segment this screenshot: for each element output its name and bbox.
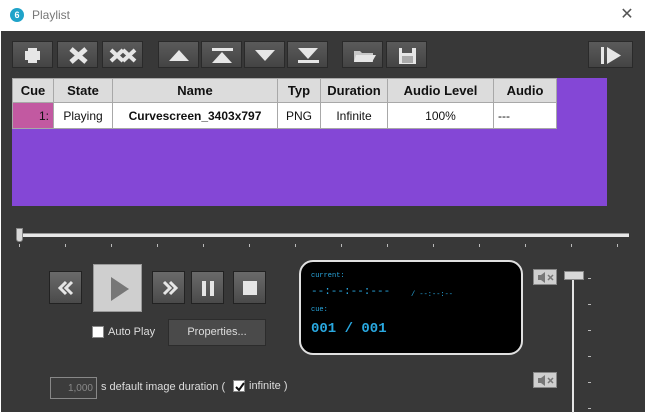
app-icon: 6: [10, 8, 24, 22]
volume-tick: [588, 382, 591, 383]
auto-play-checkbox[interactable]: [92, 326, 104, 338]
slider-tick: [65, 244, 66, 247]
mute-speaker-icon: [538, 272, 554, 283]
slider-tick: [525, 244, 526, 247]
move-to-bottom-icon: [298, 48, 319, 63]
volume-tick: [588, 304, 591, 305]
volume-tick: [588, 278, 591, 279]
save-button[interactable]: [386, 41, 427, 68]
pause-icon: [202, 281, 214, 296]
slider-tick: [387, 244, 388, 247]
open-button[interactable]: [342, 41, 383, 68]
play-button[interactable]: [93, 264, 142, 312]
audio-level-cell[interactable]: 100%: [387, 102, 494, 129]
pause-button[interactable]: [191, 271, 224, 304]
mute-top-button[interactable]: [533, 269, 557, 285]
move-top-button[interactable]: [201, 41, 242, 68]
x-icon: [69, 47, 88, 64]
playlist-table: Cue State Name Typ Duration Audio Level …: [12, 78, 557, 129]
default-duration-input[interactable]: [50, 377, 97, 399]
cue-label: cue:: [311, 306, 328, 314]
double-x-icon: [109, 48, 137, 63]
duration-cell[interactable]: Infinite: [320, 102, 388, 129]
folder-open-icon: [354, 51, 376, 62]
volume-slider-thumb[interactable]: [564, 271, 584, 280]
plus-icon: [25, 48, 40, 63]
mute-speaker-icon: [538, 375, 554, 386]
seek-slider-track[interactable]: [18, 233, 629, 237]
volume-slider-track[interactable]: [572, 277, 574, 413]
typ-cell[interactable]: PNG: [277, 102, 321, 129]
infinite-checkbox[interactable]: [233, 380, 245, 392]
panel-arrow-icon: [601, 47, 621, 64]
triangle-up-icon: [169, 50, 189, 61]
slider-tick: [617, 244, 618, 247]
add-button[interactable]: [12, 41, 53, 68]
total-time: / --:--:--: [411, 291, 454, 299]
table-row[interactable]: 1: Playing Curvescreen_3403x797 PNG Infi…: [12, 102, 557, 129]
toggle-panel-button[interactable]: [588, 41, 633, 68]
remove-button[interactable]: [57, 41, 98, 68]
slider-tick: [157, 244, 158, 247]
column-header-audio[interactable]: Audio: [493, 78, 557, 103]
checkmark-icon: [235, 382, 245, 392]
column-header-cue[interactable]: Cue: [12, 78, 54, 103]
fast-forward-button[interactable]: [152, 271, 185, 304]
infinite-option[interactable]: infinite ): [233, 380, 288, 392]
move-to-top-icon: [212, 48, 233, 63]
floppy-disk-icon: [399, 48, 416, 64]
slider-tick: [571, 244, 572, 247]
auto-play-label: Auto Play: [108, 326, 156, 338]
column-header-name[interactable]: Name: [112, 78, 278, 103]
auto-play-option[interactable]: Auto Play: [92, 326, 155, 338]
slider-tick: [111, 244, 112, 247]
slider-tick: [203, 244, 204, 247]
seek-slider-thumb[interactable]: [16, 228, 23, 242]
state-cell[interactable]: Playing: [53, 102, 113, 129]
slider-tick: [341, 244, 342, 247]
rewind-button[interactable]: [49, 271, 82, 304]
time-display: current: --:--:--:--- / --:--:-- cue: 00…: [299, 260, 523, 355]
playlist-panel: Cue State Name Typ Duration Audio Level …: [1, 31, 645, 413]
remove-all-button[interactable]: [102, 41, 143, 68]
mute-bottom-button[interactable]: [533, 372, 557, 388]
slider-tick: [479, 244, 480, 247]
cue-cell[interactable]: 1:: [12, 102, 54, 129]
column-header-audio-level[interactable]: Audio Level: [387, 78, 494, 103]
playlist-grid[interactable]: Cue State Name Typ Duration Audio Level …: [12, 78, 607, 206]
slider-tick: [433, 244, 434, 247]
name-cell[interactable]: Curvescreen_3403x797: [112, 102, 278, 129]
title-bar: 6 Playlist ✕: [0, 0, 646, 31]
slider-tick: [19, 244, 20, 247]
move-down-button[interactable]: [244, 41, 285, 68]
stop-icon: [243, 281, 257, 295]
volume-tick: [588, 356, 591, 357]
column-header-duration[interactable]: Duration: [320, 78, 388, 103]
volume-tick: [588, 408, 591, 409]
infinite-label: infinite ): [249, 380, 288, 392]
fast-forward-icon: [162, 280, 179, 296]
default-duration-label: s default image duration (: [101, 381, 226, 393]
window-title: Playlist: [32, 8, 71, 22]
current-time: --:--:--:---: [311, 286, 391, 298]
triangle-down-icon: [255, 50, 275, 61]
close-icon[interactable]: ✕: [614, 3, 640, 27]
current-label: current:: [311, 272, 345, 280]
move-up-button[interactable]: [158, 41, 199, 68]
play-icon: [111, 277, 129, 301]
properties-button[interactable]: Properties...: [168, 319, 266, 346]
move-bottom-button[interactable]: [287, 41, 328, 68]
slider-tick: [295, 244, 296, 247]
cue-counter: 001 / 001: [311, 321, 387, 337]
volume-tick: [588, 330, 591, 331]
rewind-icon: [57, 280, 74, 296]
column-header-state[interactable]: State: [53, 78, 113, 103]
slider-tick: [249, 244, 250, 247]
column-header-typ[interactable]: Typ: [277, 78, 321, 103]
audio-cell[interactable]: ---: [493, 102, 557, 129]
stop-button[interactable]: [233, 271, 266, 304]
